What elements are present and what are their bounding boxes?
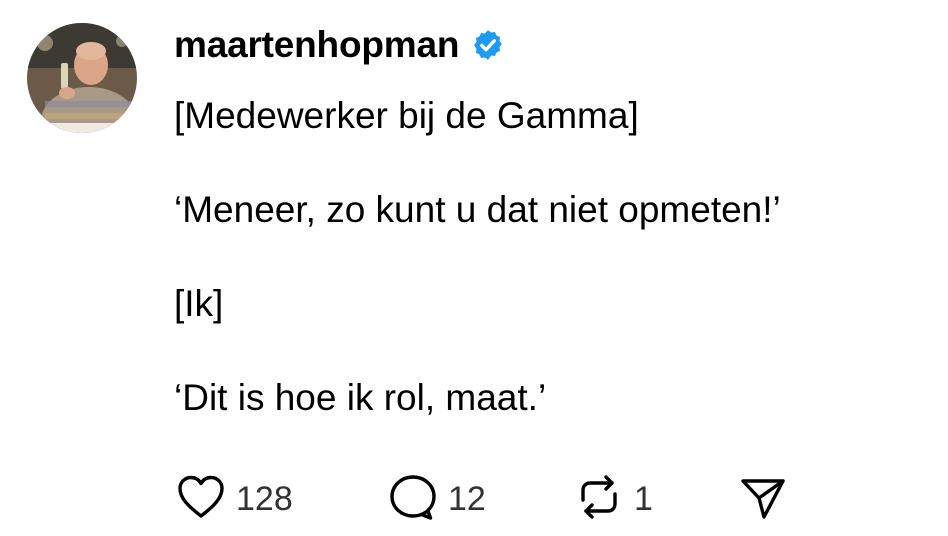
avatar[interactable]: [27, 23, 137, 133]
post-line: [Ik]: [174, 283, 224, 324]
author-row: maartenhopman: [174, 20, 505, 70]
like-button[interactable]: 128: [176, 474, 388, 525]
verified-badge-icon: [471, 28, 505, 62]
like-count: 128: [236, 479, 293, 518]
action-bar: 128 12 1: [176, 474, 788, 524]
reply-count: 12: [448, 479, 486, 518]
post-line: [Medewerker bij de Gamma]: [174, 95, 639, 136]
post-line: ‘Dit is hoe ik rol, maat.’: [174, 377, 547, 418]
repost-button[interactable]: 1: [574, 474, 738, 525]
comment-icon: [388, 473, 438, 526]
avatar-photo: [27, 23, 137, 133]
reply-button[interactable]: 12: [388, 473, 574, 526]
share-button[interactable]: [738, 474, 788, 525]
send-icon: [738, 474, 788, 525]
post-body: [Medewerker bij de Gamma] ‘Meneer, zo ku…: [174, 94, 944, 470]
repost-icon: [574, 474, 624, 525]
repost-count: 1: [634, 479, 653, 518]
post-line: ‘Meneer, zo kunt u dat niet opmeten!’: [174, 189, 781, 230]
heart-icon: [176, 474, 226, 525]
username[interactable]: maartenhopman: [174, 24, 459, 66]
